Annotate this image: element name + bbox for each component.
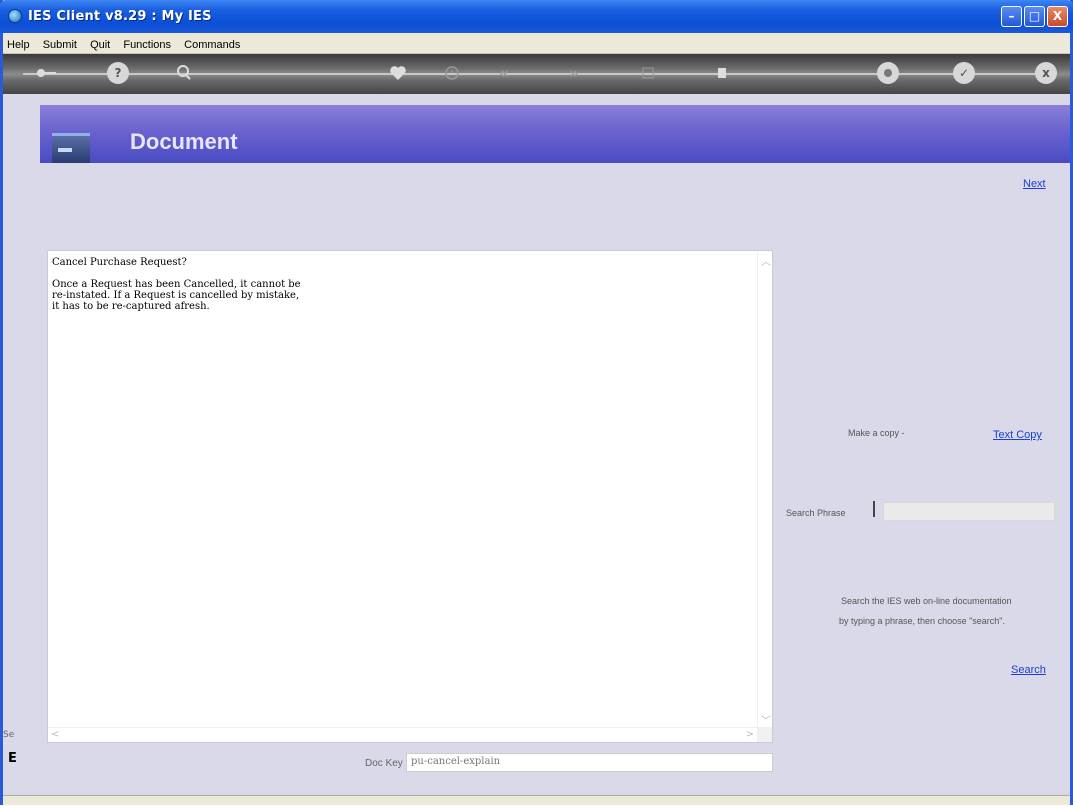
app-window: IES Client v8.29 : My IES – □ X Help Sub…	[0, 0, 1073, 805]
side-fragment-top: Se	[3, 730, 15, 740]
status-bar	[3, 795, 1070, 805]
menu-submit[interactable]: Submit	[39, 35, 81, 51]
search-phrase-label: Search Phrase	[786, 508, 846, 518]
menu-commands[interactable]: Commands	[180, 35, 244, 51]
menu-quit[interactable]: Quit	[86, 35, 114, 51]
close-button[interactable]: X	[1047, 6, 1068, 27]
back-icon[interactable]: «	[493, 62, 515, 84]
maximize-button[interactable]: □	[1024, 6, 1045, 27]
title-bar: IES Client v8.29 : My IES – □ X	[0, 0, 1073, 33]
side-fragment-bottom: E	[8, 751, 17, 766]
document-text: Cancel Purchase Request? Once a Request …	[52, 257, 301, 312]
search-phrase-input[interactable]	[883, 502, 1055, 521]
scroll-up-icon[interactable]: ︿	[761, 253, 771, 268]
heart-icon[interactable]	[387, 62, 409, 84]
doc-key-field[interactable]: pu-cancel-explain	[406, 753, 773, 772]
menu-help[interactable]: Help	[3, 35, 34, 51]
horizontal-scrollbar[interactable]: < >	[48, 727, 758, 742]
search-icon[interactable]	[173, 62, 195, 84]
clock-icon[interactable]	[441, 62, 463, 84]
stop-icon[interactable]	[711, 62, 733, 84]
left-strip	[3, 94, 40, 805]
menu-functions[interactable]: Functions	[119, 35, 175, 51]
text-icon[interactable]	[637, 62, 659, 84]
search-help-line1: Search the IES web on-line documentation	[841, 596, 1012, 606]
next-link[interactable]: Next	[1023, 178, 1046, 190]
window-title: IES Client v8.29 : My IES	[28, 9, 212, 24]
menu-bar: Help Submit Quit Functions Commands	[3, 33, 1070, 54]
scroll-down-icon[interactable]: ﹀	[761, 712, 771, 727]
document-text-area[interactable]: Cancel Purchase Request? Once a Request …	[47, 250, 773, 743]
make-copy-label: Make a copy -	[848, 428, 905, 438]
help-icon[interactable]: ?	[107, 62, 129, 84]
search-help-line2: by typing a phrase, then choose "search"…	[839, 616, 1005, 626]
doc-key-label: Doc Key	[365, 758, 403, 769]
page-title: Document	[130, 129, 238, 154]
scroll-corner	[757, 727, 772, 742]
document-icon	[52, 133, 90, 163]
page-banner: Document	[40, 105, 1070, 163]
key-icon[interactable]	[35, 62, 57, 84]
ok-icon[interactable]: ✓	[953, 62, 975, 84]
scroll-right-icon[interactable]: >	[746, 729, 754, 740]
forward-icon[interactable]: »	[563, 62, 585, 84]
text-copy-link[interactable]: Text Copy	[993, 429, 1042, 441]
cancel-icon[interactable]: x	[1035, 62, 1057, 84]
minimize-button[interactable]: –	[1001, 6, 1022, 27]
app-logo-icon	[8, 9, 22, 23]
scroll-left-icon[interactable]: <	[51, 729, 59, 740]
settings-icon[interactable]	[877, 62, 899, 84]
vertical-scrollbar[interactable]: ︿ ﹀	[757, 251, 772, 729]
search-link[interactable]: Search	[1011, 664, 1046, 676]
toolbar: ? « » ✓ x	[3, 54, 1070, 94]
text-cursor	[873, 501, 875, 517]
